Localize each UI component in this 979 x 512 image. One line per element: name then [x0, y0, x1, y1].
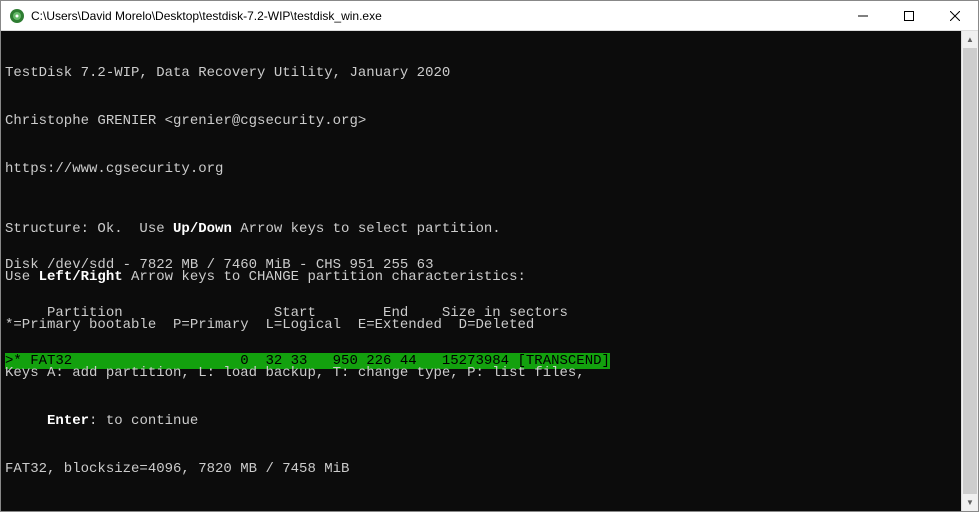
structure-line: Structure: Ok. Use Up/Down Arrow keys to…: [5, 221, 961, 237]
terminal[interactable]: TestDisk 7.2-WIP, Data Recovery Utility,…: [1, 31, 961, 511]
window-title: C:\Users\David Morelo\Desktop\testdisk-7…: [31, 9, 840, 23]
legend-line: *=Primary bootable P=Primary L=Logical E…: [5, 317, 961, 333]
terminal-wrapper: TestDisk 7.2-WIP, Data Recovery Utility,…: [1, 31, 978, 511]
scrollbar-track[interactable]: [962, 48, 978, 494]
maximize-button[interactable]: [886, 1, 932, 30]
window-controls: [840, 1, 978, 30]
app-icon: [9, 8, 25, 24]
scrollbar-up-arrow-icon[interactable]: ▲: [962, 31, 978, 48]
minimize-button[interactable]: [840, 1, 886, 30]
close-button[interactable]: [932, 1, 978, 30]
enter-line: Enter: to continue: [5, 413, 961, 429]
header-line-3: https://www.cgsecurity.org: [5, 161, 957, 177]
use-arrows-line: Use Left/Right Arrow keys to CHANGE part…: [5, 269, 961, 285]
fat-info-line: FAT32, blocksize=4096, 7820 MB / 7458 Mi…: [5, 461, 961, 477]
titlebar: C:\Users\David Morelo\Desktop\testdisk-7…: [1, 1, 978, 31]
header-line-2: Christophe GRENIER <grenier@cgsecurity.o…: [5, 113, 957, 129]
scrollbar-thumb[interactable]: [963, 48, 977, 494]
keys-line: Keys A: add partition, L: load backup, T…: [5, 365, 961, 381]
scrollbar-down-arrow-icon[interactable]: ▼: [962, 494, 978, 511]
footer-area: Structure: Ok. Use Up/Down Arrow keys to…: [5, 189, 961, 509]
vertical-scrollbar[interactable]: ▲ ▼: [961, 31, 978, 511]
header-line-1: TestDisk 7.2-WIP, Data Recovery Utility,…: [5, 65, 957, 81]
